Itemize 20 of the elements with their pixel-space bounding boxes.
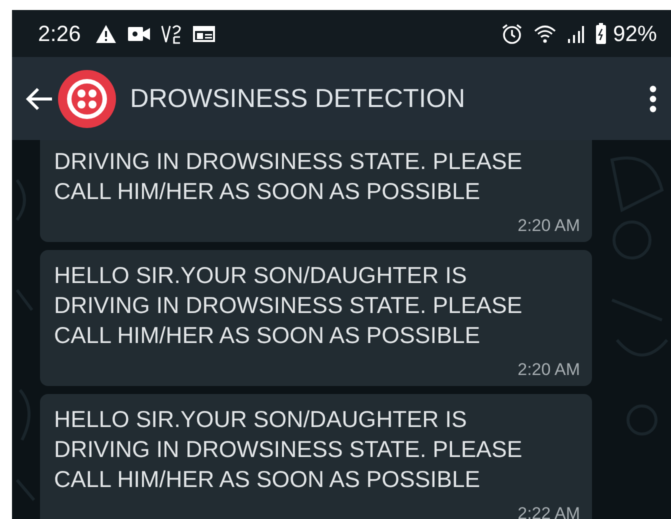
- status-time: 2:26: [38, 20, 81, 46]
- signal-icon: [566, 24, 585, 44]
- video-camera-icon: [126, 24, 151, 42]
- battery-icon: [594, 22, 607, 44]
- alarm-icon: [500, 22, 523, 44]
- message-time: 2:20 AM: [516, 360, 580, 380]
- message-time: 2:22 AM: [516, 504, 580, 519]
- back-icon[interactable]: [24, 86, 54, 112]
- battery-level: 92%: [612, 20, 657, 46]
- message-text: HELLO SIR.YOUR SON/DAUGHTER IS DRIVING IN DROWSINESS STATE. PLEASE CALL HIM/HER AS SOON AS POSSIBLE: [54, 405, 524, 494]
- chat-title: DROWSINESS DETECTION: [130, 83, 466, 114]
- message-text: HELLO SIR.YOUR SON/DAUGHTER IS DRIVING IN DROWSINESS STATE. PLEASE CALL HIM/HER AS SOON AS POSSIBLE: [54, 261, 524, 350]
- news-icon: [192, 24, 215, 42]
- message-time: 2:20 AM: [516, 216, 580, 236]
- message-text: DRIVING IN DROWSINESS STATE. PLEASE CALL HIM/HER AS SOON AS POSSIBLE: [54, 147, 524, 206]
- volte-icon: [160, 22, 183, 44]
- more-options-icon[interactable]: [649, 84, 657, 112]
- avatar-logo-icon[interactable]: [58, 70, 116, 128]
- wifi-icon: [532, 24, 557, 44]
- warning-icon: [94, 24, 117, 44]
